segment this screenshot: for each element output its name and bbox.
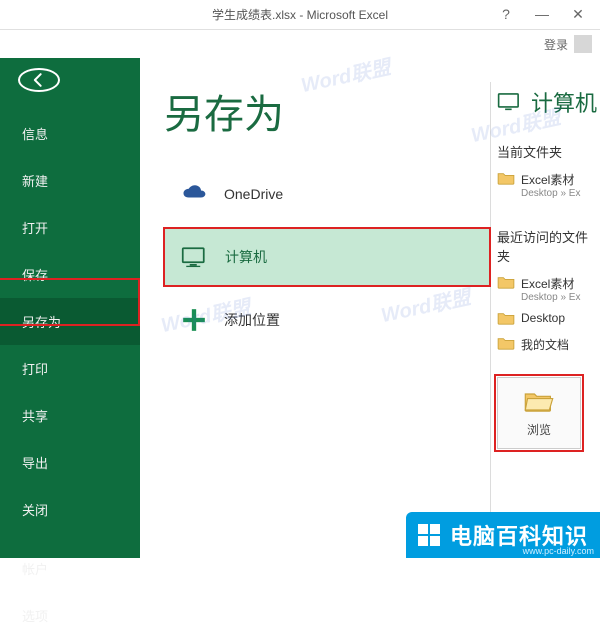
browse-label: 浏览	[527, 421, 551, 438]
close-button[interactable]: ✕	[560, 0, 596, 28]
folder-icon	[497, 336, 515, 353]
annotation-highlight	[163, 227, 491, 287]
current-folder-section: 当前文件夹	[497, 142, 600, 161]
folder-item[interactable]: Desktop	[497, 307, 600, 332]
page-title: 另存为	[164, 82, 490, 140]
folder-icon	[497, 311, 515, 328]
folder-name: 我的文档	[521, 336, 569, 353]
login-link[interactable]: 登录	[544, 36, 568, 53]
login-row: 登录	[0, 30, 600, 58]
computer-icon	[497, 92, 523, 112]
nav-save[interactable]: 保存	[0, 251, 140, 298]
location-label: OneDrive	[224, 186, 283, 202]
right-pane-title: 计算机	[531, 86, 597, 118]
watermark-url: www.pc-daily.com	[523, 546, 594, 556]
nav-account[interactable]: 帐户	[0, 545, 140, 592]
nav-label: 选项	[22, 609, 48, 624]
folder-name: Excel素材	[521, 171, 580, 188]
folder-name: Excel素材	[521, 275, 580, 292]
nav-label: 关闭	[22, 503, 48, 518]
add-location-icon	[180, 306, 208, 334]
right-pane-header: 计算机	[497, 86, 600, 118]
folder-open-icon	[523, 389, 555, 415]
recent-folders-section: 最近访问的文件夹	[497, 227, 600, 265]
minimize-button[interactable]: —	[524, 0, 560, 28]
folder-path: Desktop » Ex	[521, 188, 580, 199]
nav-saveas[interactable]: 另存为	[0, 298, 140, 345]
back-arrow-icon	[29, 70, 49, 90]
help-button[interactable]: ?	[488, 0, 524, 28]
nav-label: 共享	[22, 409, 48, 424]
nav-label: 信息	[22, 127, 48, 142]
nav-options[interactable]: 选项	[0, 592, 140, 639]
location-add[interactable]: 添加位置	[164, 292, 490, 348]
nav-label: 打印	[22, 362, 48, 377]
location-computer[interactable]: 计算机	[164, 228, 490, 286]
browse-button[interactable]: 浏览	[497, 377, 581, 449]
nav-label: 保存	[22, 268, 48, 283]
nav-label: 导出	[22, 456, 48, 471]
onedrive-icon	[180, 180, 208, 208]
nav-close[interactable]: 关闭	[0, 486, 140, 533]
back-button[interactable]	[18, 68, 60, 92]
location-label: 计算机	[225, 247, 267, 267]
folder-icon	[497, 275, 515, 292]
folder-icon	[497, 171, 515, 188]
folder-item[interactable]: Excel素材 Desktop » Ex	[497, 167, 600, 203]
title-bar: 学生成绩表.xlsx - Microsoft Excel ? — ✕	[0, 0, 600, 30]
nav-new[interactable]: 新建	[0, 157, 140, 204]
folder-item[interactable]: 我的文档	[497, 332, 600, 357]
folder-name: Desktop	[521, 311, 565, 325]
location-label: 添加位置	[224, 310, 280, 330]
location-onedrive[interactable]: OneDrive	[164, 166, 490, 222]
nav-label: 另存为	[22, 315, 61, 330]
nav-export[interactable]: 导出	[0, 439, 140, 486]
nav-label: 打开	[22, 221, 48, 236]
nav-info[interactable]: 信息	[0, 110, 140, 157]
nav-label: 帐户	[22, 562, 48, 577]
avatar-icon[interactable]	[574, 35, 592, 53]
nav-print[interactable]: 打印	[0, 345, 140, 392]
nav-share[interactable]: 共享	[0, 392, 140, 439]
nav-open[interactable]: 打开	[0, 204, 140, 251]
window-title: 学生成绩表.xlsx - Microsoft Excel	[212, 6, 388, 23]
watermark-logo-icon	[418, 524, 440, 546]
computer-icon	[181, 243, 209, 271]
nav-label: 新建	[22, 174, 48, 189]
folder-path: Desktop » Ex	[521, 292, 580, 303]
right-pane: 计算机 当前文件夹 Excel素材 Desktop » Ex 最近访问的文件夹 …	[490, 82, 600, 558]
backstage-sidebar: 信息 新建 打开 保存 另存为 打印 共享 导出 关闭 帐户 选项	[0, 58, 140, 558]
folder-item[interactable]: Excel素材 Desktop » Ex	[497, 271, 600, 307]
